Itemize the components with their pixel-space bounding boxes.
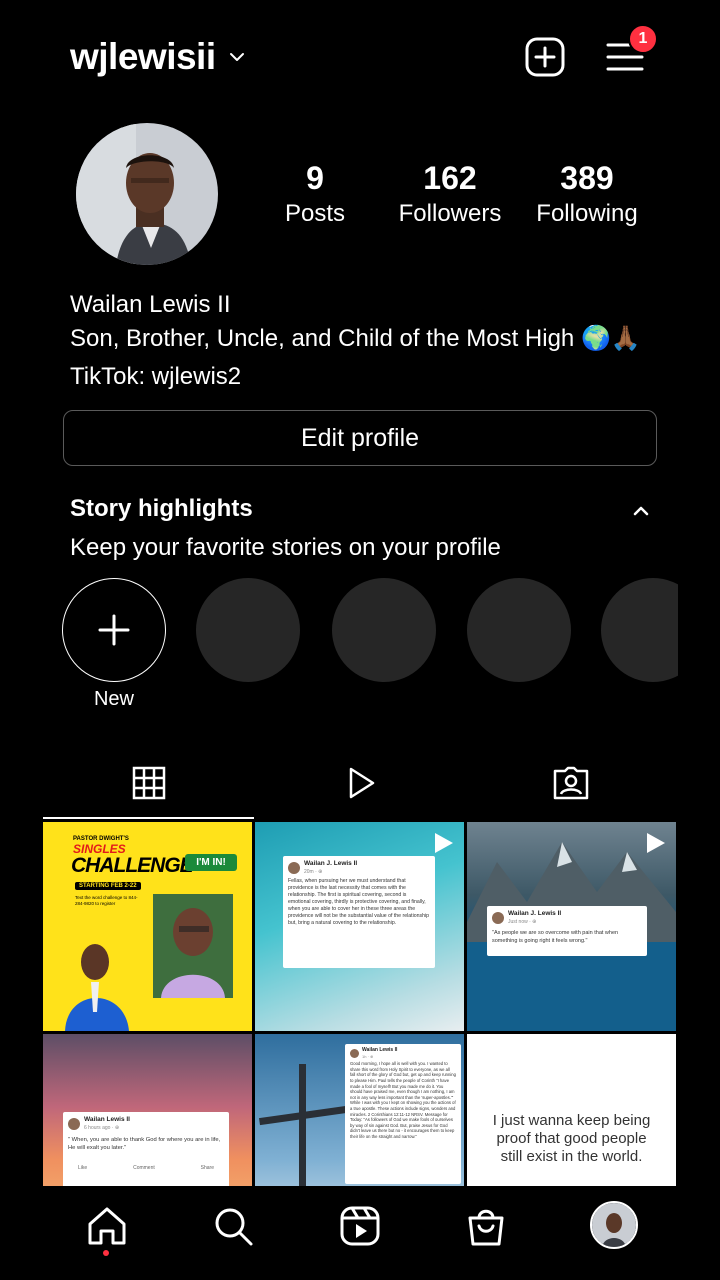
profile-avatar-icon xyxy=(592,1203,636,1247)
post-meta: 1h · ⊕ xyxy=(362,1053,374,1059)
following-count: 389 xyxy=(560,160,614,196)
highlight-placeholder xyxy=(332,578,436,682)
post-card: Wailan Lewis II 1h · ⊕ Good morning, I h… xyxy=(345,1044,461,1184)
like-label: Like xyxy=(78,1165,88,1171)
posts-label: Posts xyxy=(284,200,346,227)
post-tile[interactable]: Wailan J. Lewis II Just now · ⊕ "As peop… xyxy=(467,822,676,1031)
tab-reels[interactable] xyxy=(254,748,465,818)
top-bar: wjlewisii 1 xyxy=(0,0,720,112)
author-avatar xyxy=(68,1118,80,1130)
post-actions: Like Comment Share xyxy=(68,1164,224,1172)
reel-indicator-icon xyxy=(647,833,665,853)
profile-photo xyxy=(76,123,218,265)
posts-grid: PASTOR DWIGHT'S SINGLES CHALLENGE I'M IN… xyxy=(43,822,677,1186)
story-highlights-subtitle: Keep your favorite stories on your profi… xyxy=(70,534,501,561)
shopping-bag-icon[interactable] xyxy=(464,1204,508,1248)
tab-tagged[interactable] xyxy=(465,748,676,818)
comment-label: Comment xyxy=(133,1165,155,1171)
profile-tab-avatar[interactable] xyxy=(590,1201,638,1249)
author-avatar xyxy=(350,1049,359,1059)
post-meta: 6 hours ago · ⊕ xyxy=(84,1125,120,1131)
author-avatar xyxy=(288,862,300,874)
bio-section: Wailan Lewis II Son, Brother, Uncle, and… xyxy=(70,288,641,394)
highlight-placeholders xyxy=(0,570,678,690)
person-tag-icon xyxy=(553,766,588,800)
home-activity-dot xyxy=(103,1250,109,1256)
post-card: Wailan Lewis II 6 hours ago · ⊕ " When, … xyxy=(63,1112,229,1186)
post-author: Wailan Lewis II xyxy=(84,1116,130,1123)
post-meta: 20m · ⊕ xyxy=(304,869,323,875)
post-tile[interactable]: PASTOR DWIGHT'S SINGLES CHALLENGE I'M IN… xyxy=(43,822,252,1031)
active-tab-indicator xyxy=(43,817,254,819)
bio-text: Son, Brother, Uncle, and Child of the Mo… xyxy=(70,325,641,352)
play-icon xyxy=(349,767,374,799)
home-icon[interactable] xyxy=(85,1204,129,1248)
edit-profile-button[interactable]: Edit profile xyxy=(63,410,657,466)
bio-link-line: TikTok: wjlewis2 xyxy=(70,363,242,390)
highlight-placeholder xyxy=(467,578,571,682)
posts-stat[interactable]: 9 Posts xyxy=(245,158,385,230)
search-icon[interactable] xyxy=(211,1204,255,1248)
account-switcher[interactable]: wjlewisii xyxy=(70,36,246,78)
author-avatar xyxy=(492,912,504,924)
notification-badge: 1 xyxy=(628,24,658,54)
highlight-placeholder xyxy=(196,578,300,682)
tab-posts-grid[interactable] xyxy=(43,748,254,818)
followers-count: 162 xyxy=(423,160,477,196)
share-label: Share xyxy=(200,1165,214,1171)
posts-count: 9 xyxy=(306,160,324,196)
post-tile[interactable]: Wailan J. Lewis II 20m · ⊕ Fellas, when … xyxy=(255,822,464,1031)
highlight-placeholder xyxy=(601,578,678,682)
post-author: Wailan J. Lewis II xyxy=(508,910,562,917)
reel-indicator-icon xyxy=(435,833,453,853)
profile-avatar[interactable] xyxy=(76,123,218,265)
reels-icon[interactable] xyxy=(338,1204,382,1248)
post-card: Wailan J. Lewis II Just now · ⊕ "As peop… xyxy=(487,906,647,956)
profile-tabs xyxy=(43,748,677,820)
post-text: Good morning, I hope all is well with yo… xyxy=(350,1061,456,1139)
followers-label: Followers xyxy=(398,200,502,227)
post-text: "As people we are so overcome with pain … xyxy=(492,930,619,944)
display-name: Wailan Lewis II xyxy=(70,291,231,318)
grid-icon xyxy=(132,766,165,800)
chevron-up-icon[interactable] xyxy=(630,500,652,522)
followers-stat[interactable]: 162 Followers xyxy=(380,158,520,230)
post-author: Wailan Lewis II xyxy=(362,1047,398,1053)
post-meta: Just now · ⊕ xyxy=(508,919,537,925)
post-tile[interactable]: I just wanna keep being proof that good … xyxy=(467,1034,676,1186)
post-quote-text: I just wanna keep being proof that good … xyxy=(467,1034,676,1186)
post-text: " When, you are able to thank God for wh… xyxy=(68,1137,221,1151)
story-highlights-title: Story highlights xyxy=(70,495,253,522)
post-author: Wailan J. Lewis II xyxy=(304,860,358,867)
post-card: Wailan J. Lewis II 20m · ⊕ Fellas, when … xyxy=(283,856,435,968)
post-tile[interactable]: Wailan Lewis II 1h · ⊕ Good morning, I h… xyxy=(255,1034,464,1186)
following-stat[interactable]: 389 Following xyxy=(517,158,657,230)
following-label: Following xyxy=(536,200,638,227)
username-label: wjlewisii xyxy=(70,36,216,77)
post-tile[interactable]: Wailan Lewis II 6 hours ago · ⊕ " When, … xyxy=(43,1034,252,1186)
post-illustration xyxy=(65,894,233,1031)
new-highlight-label: New xyxy=(93,688,134,710)
create-post-icon[interactable] xyxy=(524,36,566,78)
post-text: Fellas, when pursuing her we must unders… xyxy=(288,878,430,926)
chevron-down-icon xyxy=(229,53,244,61)
